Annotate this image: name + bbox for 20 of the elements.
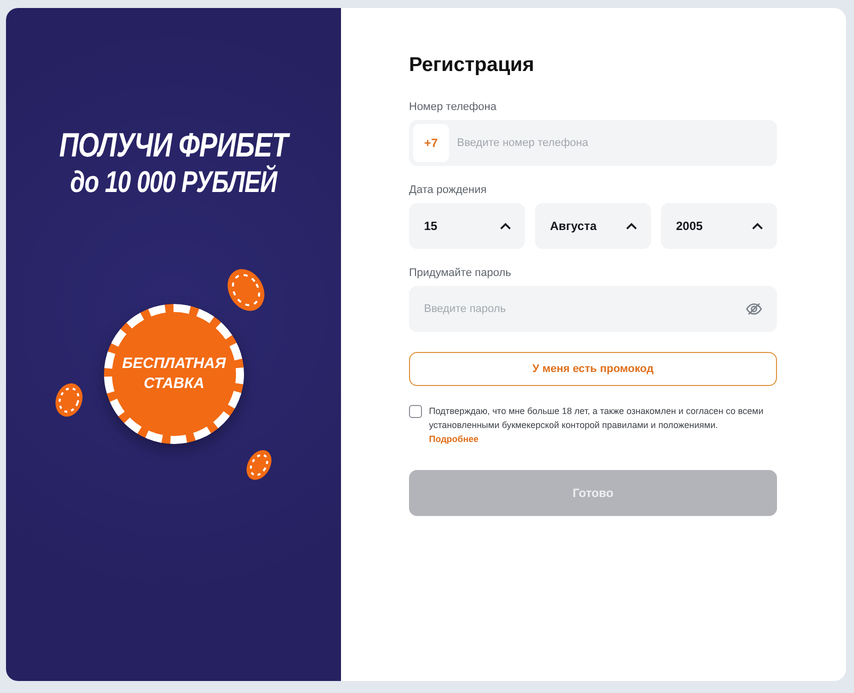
chevron-up-icon <box>752 222 763 230</box>
chevron-up-icon <box>500 222 511 230</box>
consent-text: Подтверждаю, что мне больше 18 лет, а также ознакомлен и согласен со всеми установленными букмекерской конторой правилами и положениями. <box>429 406 764 430</box>
field-label: Номер телефона <box>409 101 498 113</box>
consent-checkbox[interactable] <box>409 405 422 418</box>
promo-headline: ПОЛУЧИ ФРИБЕТ <box>59 125 288 164</box>
form-title: Регистрация <box>409 54 536 77</box>
promo-code-button[interactable]: У меня есть промокод <box>409 352 777 386</box>
date-select[interactable]: 2005 <box>661 203 777 249</box>
chip-label: БЕСПЛАТНАЯ СТАВКА <box>122 354 226 394</box>
date-select[interactable]: 15 <box>409 203 525 249</box>
field-label: Придумайте пароль <box>409 267 512 279</box>
date-select[interactable]: Августа <box>535 203 651 249</box>
phone-input[interactable]: Введите номер телефона <box>449 120 777 166</box>
promo-subline: до 10 000 РУБЛЕЙ <box>70 164 277 202</box>
phone-field[interactable]: +7 Введите номер телефона <box>409 120 777 166</box>
details-link[interactable]: Подробнее <box>429 432 777 446</box>
country-code: +7 <box>413 124 449 162</box>
field-label: Дата рождения <box>409 184 488 196</box>
chevron-up-icon <box>626 222 637 230</box>
